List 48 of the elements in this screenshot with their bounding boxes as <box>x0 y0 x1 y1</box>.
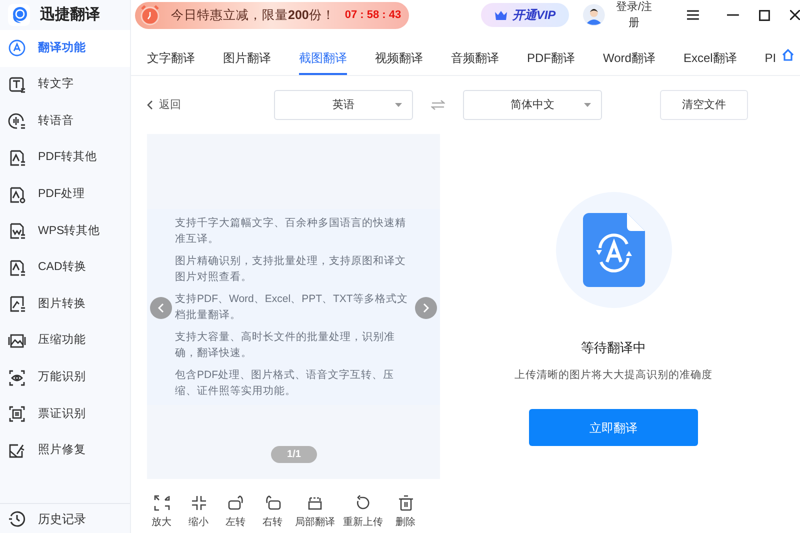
document-paragraph: 支持PDF、Word、Excel、PPT、TXT等多格式文档批量翻译。 <box>175 292 409 322</box>
image-tool-button[interactable]: 局部翻译 <box>295 495 335 530</box>
tab[interactable]: 图片翻译 <box>223 39 271 75</box>
sidebar-item[interactable]: PDF处理 <box>0 176 130 213</box>
image-tool-button[interactable]: 缩小 <box>184 495 213 530</box>
sidebar-item[interactable]: 票证识别 <box>0 396 130 433</box>
sidebar-item[interactable]: 转文字 <box>0 66 130 104</box>
tab[interactable]: Excel翻译 <box>683 39 737 75</box>
back-link[interactable]: 返回 <box>147 96 274 114</box>
sidebar-item[interactable]: WPS转其他 <box>0 212 130 250</box>
sidebar-item[interactable]: 图片转换 <box>0 286 130 323</box>
tab[interactable]: Word翻译 <box>603 39 656 75</box>
image-tool-button[interactable]: 重新上传 <box>343 495 383 530</box>
document-paragraph: 支持大容量、高时长文件的批量处理，识别准确，翻译快速。 <box>175 330 396 360</box>
tab[interactable]: PI <box>764 39 776 75</box>
tab[interactable]: 截图翻译 <box>299 39 347 75</box>
sidebar-item[interactable]: 照片修复 <box>0 432 130 470</box>
tab[interactable]: 视频翻译 <box>375 39 423 75</box>
sidebar-item[interactable]: 万能识别 <box>0 359 130 396</box>
sidebar-item[interactable]: 转语音 <box>0 103 130 140</box>
tab[interactable]: PDF翻译 <box>527 39 575 75</box>
sidebar-item[interactable]: 压缩功能 <box>0 322 130 360</box>
tab[interactable]: 文字翻译 <box>147 39 195 75</box>
document-paragraph: 图片精确识别，支持批量处理，支持原图和译文图片对照查看。 <box>175 254 407 284</box>
source-language-dropdown[interactable]: 英语 <box>274 90 413 120</box>
document-paragraph: 包含PDF处理、图片格式、语音文字互转、压缩、证件照等实用功能。 <box>175 368 395 398</box>
app-title: 迅捷翻译 <box>40 4 100 25</box>
tab[interactable]: 音频翻译 <box>451 39 499 75</box>
status-hint: 上传清晰的图片将大大提高识别的准确度 <box>514 368 712 382</box>
countdown: 07 : 58 : 43 <box>344 8 402 23</box>
image-tool-button[interactable]: 放大 <box>147 495 176 530</box>
history-button[interactable]: 历史记录 <box>8 510 86 528</box>
image-tool-button[interactable]: 右转 <box>258 495 287 530</box>
clear-files-button[interactable]: 清空文件 <box>660 90 748 120</box>
login-button[interactable]: 登录/注册 <box>582 0 658 32</box>
target-language-dropdown[interactable]: 简体中文 <box>463 90 602 120</box>
page-indicator: 1/1 <box>271 446 317 463</box>
promo-banner[interactable]: 今日特惠立减，限量200份！ 07 : 58 : 43 <box>135 2 410 28</box>
translate-now-button[interactable]: 立即翻译 <box>529 409 698 446</box>
document-paragraph: 支持千字大篇幅文字、百余种多国语言的快速精准互译。 <box>175 216 407 246</box>
promo-text: 今日特惠立减，限量200份！ <box>171 6 335 24</box>
status-title: 等待翻译中 <box>581 339 646 357</box>
image-tool-button[interactable]: 左转 <box>221 495 250 530</box>
vip-button[interactable]: 开通VIP <box>481 3 569 27</box>
sidebar-item[interactable]: CAD转换 <box>0 250 130 286</box>
sidebar-item[interactable]: PDF转其他 <box>0 140 130 176</box>
image-tool-button[interactable]: 删除 <box>391 495 420 530</box>
sidebar-item[interactable]: 翻译功能 <box>0 30 130 67</box>
